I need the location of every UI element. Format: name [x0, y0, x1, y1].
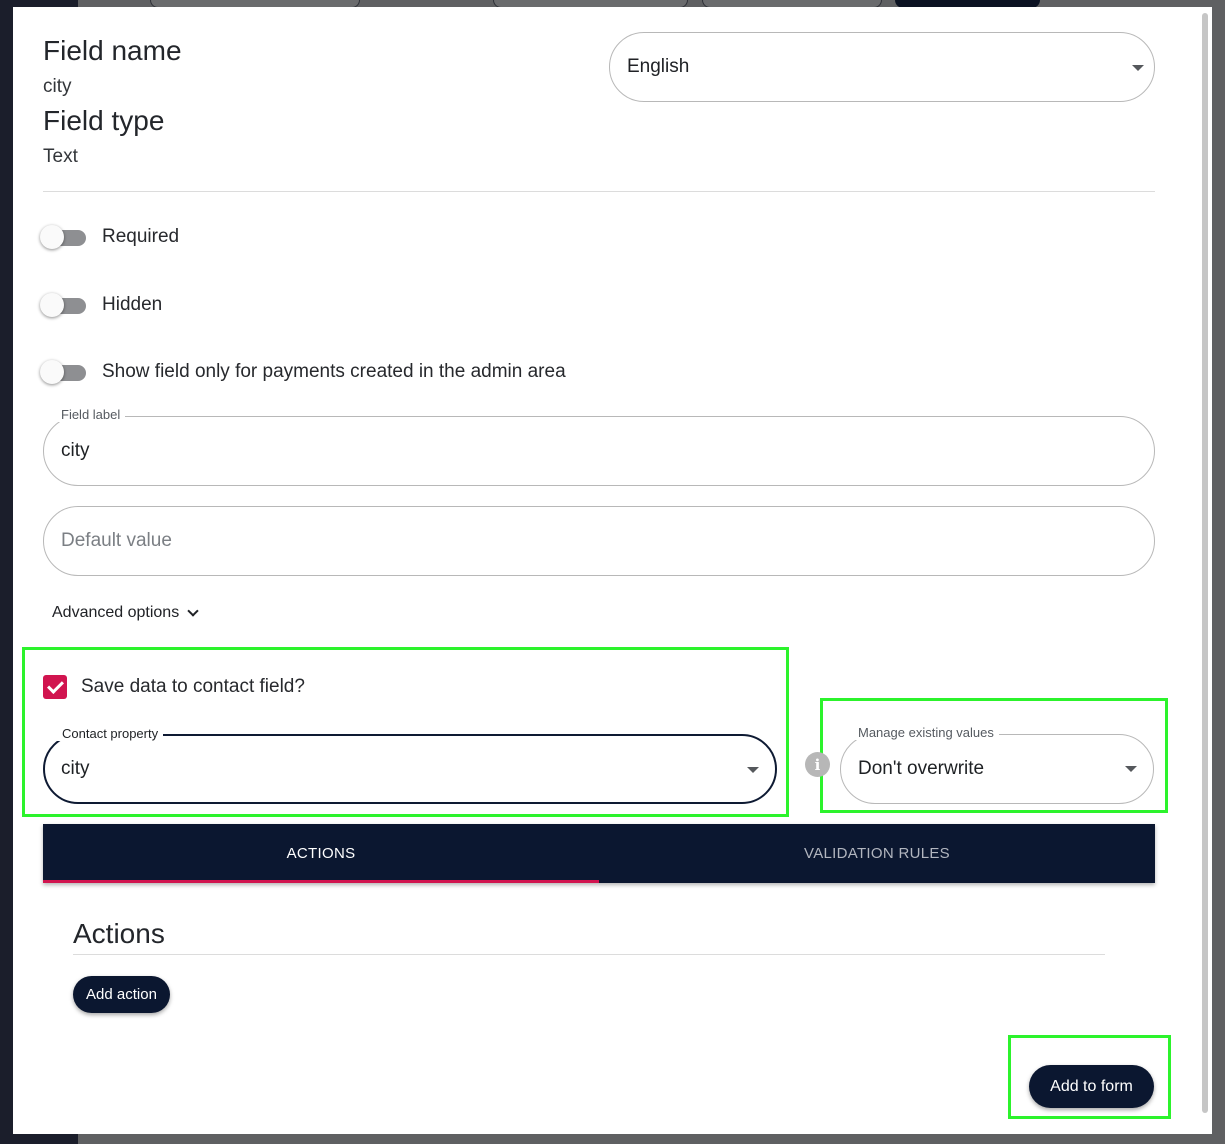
tab-validation-rules[interactable]: VALIDATION RULES	[599, 824, 1155, 883]
language-select[interactable]: English	[609, 32, 1155, 102]
contact-property-select[interactable]: Contact property city	[43, 726, 777, 804]
divider	[43, 191, 1155, 192]
actions-section-title: Actions	[73, 918, 165, 949]
required-toggle-row[interactable]: Required	[40, 224, 179, 250]
admin-only-toggle-row[interactable]: Show field only for payments created in …	[40, 359, 566, 385]
required-label: Required	[102, 226, 180, 247]
contact-property-floating-label: Contact property	[57, 726, 164, 741]
field-label-input[interactable]: Field label city	[43, 407, 1155, 486]
language-select-value: English	[627, 56, 690, 77]
contact-property-value: city	[61, 758, 90, 779]
hidden-toggle[interactable]	[40, 292, 88, 318]
default-value-input[interactable]: Default value	[43, 506, 1155, 576]
save-to-contact-label: Save data to contact field?	[81, 676, 305, 697]
scrollbar[interactable]	[1202, 13, 1208, 1113]
save-to-contact-checkbox[interactable]	[43, 675, 67, 699]
dropdown-arrow-icon	[747, 767, 759, 773]
field-type-value: Text	[43, 146, 78, 167]
field-settings-modal: Field name city Field type Text English …	[13, 7, 1212, 1134]
default-value-placeholder: Default value	[61, 530, 172, 551]
hidden-label: Hidden	[102, 294, 163, 315]
info-icon[interactable]: i	[805, 752, 830, 777]
field-label-value: city	[61, 440, 90, 461]
chevron-down-icon	[187, 605, 199, 617]
dropdown-arrow-icon	[1132, 65, 1144, 71]
add-action-button[interactable]: Add action	[73, 976, 170, 1013]
required-toggle[interactable]	[40, 224, 88, 250]
field-label-floating-label: Field label	[56, 407, 126, 422]
tab-bar: ACTIONS VALIDATION RULES	[43, 824, 1155, 883]
hidden-toggle-row[interactable]: Hidden	[40, 292, 162, 318]
manage-existing-values-select[interactable]: Manage existing values Don't overwrite	[840, 725, 1154, 804]
admin-only-toggle[interactable]	[40, 359, 88, 385]
admin-only-label: Show field only for payments created in …	[102, 361, 566, 382]
manage-existing-value: Don't overwrite	[858, 758, 985, 779]
section-divider	[73, 954, 1105, 955]
advanced-options-toggle[interactable]: Advanced options	[52, 604, 199, 622]
tab-actions[interactable]: ACTIONS	[43, 824, 599, 883]
field-name-heading: Field name	[43, 35, 182, 66]
field-type-heading: Field type	[43, 105, 165, 136]
advanced-options-label: Advanced options	[52, 604, 180, 621]
dropdown-arrow-icon	[1125, 766, 1137, 772]
field-name-value: city	[43, 76, 72, 97]
manage-existing-floating-label: Manage existing values	[853, 725, 999, 740]
add-to-form-button[interactable]: Add to form	[1029, 1065, 1154, 1108]
